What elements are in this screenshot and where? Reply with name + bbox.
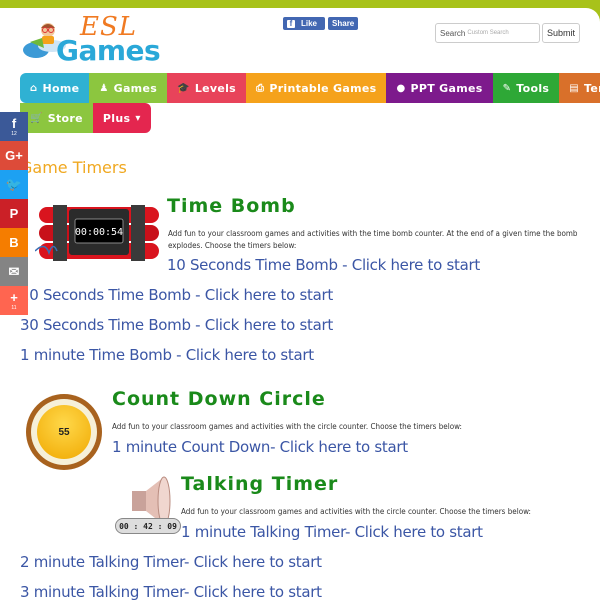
count-down-circle-image: 55 (26, 394, 102, 470)
bomb-display: 00:00:54 (75, 227, 123, 238)
more-icon: + (10, 289, 18, 305)
nav-item-printable-games[interactable]: ⎙ Printable Games (246, 73, 387, 103)
talking-timer-2min-link[interactable]: 2 minute Talking Timer- Click here to st… (20, 553, 322, 571)
caret-down-icon: ▾ (135, 112, 141, 124)
graduation-cap-icon: 🎓 (177, 82, 190, 94)
nav-row: 🛒 Store Plus ▾ (20, 103, 540, 133)
nav-item-games[interactable]: ♟ Games (89, 73, 168, 103)
count-down-1min-link[interactable]: 1 minute Count Down- Click here to start (112, 438, 408, 456)
nav-item-label: Games (113, 81, 158, 95)
section-title: Game Timers (20, 158, 127, 177)
nav-item-home[interactable]: ⌂ Home (20, 73, 90, 103)
logo-games-text: Games (56, 34, 161, 67)
share-facebook-button[interactable]: f 12 (0, 112, 28, 141)
share-blogger-button[interactable]: B (0, 228, 28, 257)
talking-timer-3min-link[interactable]: 3 minute Talking Timer- Click here to st… (20, 583, 322, 600)
nav-item-label: Printable Games (269, 81, 377, 95)
circle-ring: 55 (31, 399, 97, 465)
pinterest-icon: P (9, 206, 19, 221)
nav-item-label: Tools (516, 81, 550, 95)
count-down-title: Count Down Circle (112, 388, 326, 410)
printer-icon: ⎙ (256, 82, 265, 94)
talking-timer-display: 00 : 42 : 09 (115, 518, 181, 534)
nav-item-store[interactable]: 🛒 Store (20, 103, 93, 133)
nav-item-levels[interactable]: 🎓 Levels (167, 73, 247, 103)
main-nav: ⌂ Home ♟ Games 🎓 Levels ⎙ Printable Games ● PPT G… (20, 73, 600, 133)
share-pinterest-button[interactable]: P (0, 199, 28, 228)
count-down-description: Add fun to your classroom games and acti… (112, 422, 462, 431)
facebook-share-button[interactable]: Share (328, 17, 359, 30)
nav-item-label: PPT Games (410, 81, 483, 95)
submit-button[interactable]: Submit (542, 23, 580, 43)
nav-item-label: Levels (194, 81, 237, 95)
time-bomb-description: Add fun to your classroom games and acti… (168, 229, 578, 250)
facebook-buttons: f Like Share (283, 17, 359, 30)
share-twitter-button[interactable]: 🐦 (0, 170, 28, 199)
site-logo[interactable]: ESL Games (22, 12, 162, 68)
talking-timer-description: Add fun to your classroom games and acti… (181, 507, 531, 516)
list-alt-icon: ▤ (569, 82, 580, 94)
twitter-icon: 🐦 (5, 177, 23, 192)
time-bomb-1min-link[interactable]: 1 minute Time Bomb - Click here to start (20, 346, 314, 364)
apple-icon: ● (396, 82, 406, 94)
facebook-icon: f (287, 19, 295, 28)
nav-item-label: Home (42, 81, 80, 95)
nav-item-templates[interactable]: ▤ Templates (559, 73, 600, 103)
share-email-button[interactable]: ✉ (0, 257, 28, 286)
nav-item-label: Store (47, 111, 83, 125)
share-sidebar: f 12 G+ 🐦 P B ✉ +11 (0, 112, 28, 315)
facebook-icon: f (11, 115, 17, 131)
cart-icon: 🛒 (30, 112, 43, 124)
share-more-button[interactable]: +11 (0, 286, 28, 315)
chess-pawn-icon: ♟ (99, 82, 109, 94)
share-google-plus-button[interactable]: G+ (0, 141, 28, 170)
time-bomb-image: 00:00:54 (35, 205, 159, 261)
nav-item-tools[interactable]: ✎ Tools (492, 73, 560, 103)
time-bomb-10s-link[interactable]: 10 Seconds Time Bomb - Click here to sta… (167, 256, 480, 274)
circle-display: 55 (37, 405, 91, 459)
talking-timer-title: Talking Timer (181, 473, 339, 495)
page: ESL Games f Like Share Search Custom Sear… (0, 8, 600, 600)
talking-timer-1min-link[interactable]: 1 minute Talking Timer- Click here to st… (181, 523, 483, 541)
share-count: 11 (11, 304, 17, 311)
nav-item-label: Templates (584, 81, 600, 95)
search-label: Search (440, 28, 466, 38)
blogger-icon: B (9, 235, 19, 250)
search-placeholder: Custom Search (467, 30, 509, 36)
time-bomb-title: Time Bomb (167, 195, 296, 217)
home-icon: ⌂ (30, 82, 38, 94)
share-count: 12 (11, 130, 17, 137)
wrench-icon: ✎ (502, 82, 512, 94)
search-input[interactable]: Search Custom Search (435, 23, 540, 43)
time-bomb-30s-link[interactable]: 30 Seconds Time Bomb - Click here to sta… (20, 316, 333, 334)
facebook-like-button[interactable]: f Like (283, 17, 326, 30)
google-plus-icon: G+ (5, 148, 23, 163)
email-icon: ✉ (8, 264, 20, 279)
nav-item-ppt-games[interactable]: ● PPT Games (386, 73, 493, 103)
time-bomb-20s-link[interactable]: 20 Seconds Time Bomb - Click here to sta… (20, 286, 333, 304)
nav-item-plus[interactable]: Plus ▾ (92, 103, 151, 133)
nav-row: ⌂ Home ♟ Games 🎓 Levels ⎙ Printable Games ● PPT G… (20, 73, 600, 103)
nav-item-label: Plus (102, 111, 131, 125)
